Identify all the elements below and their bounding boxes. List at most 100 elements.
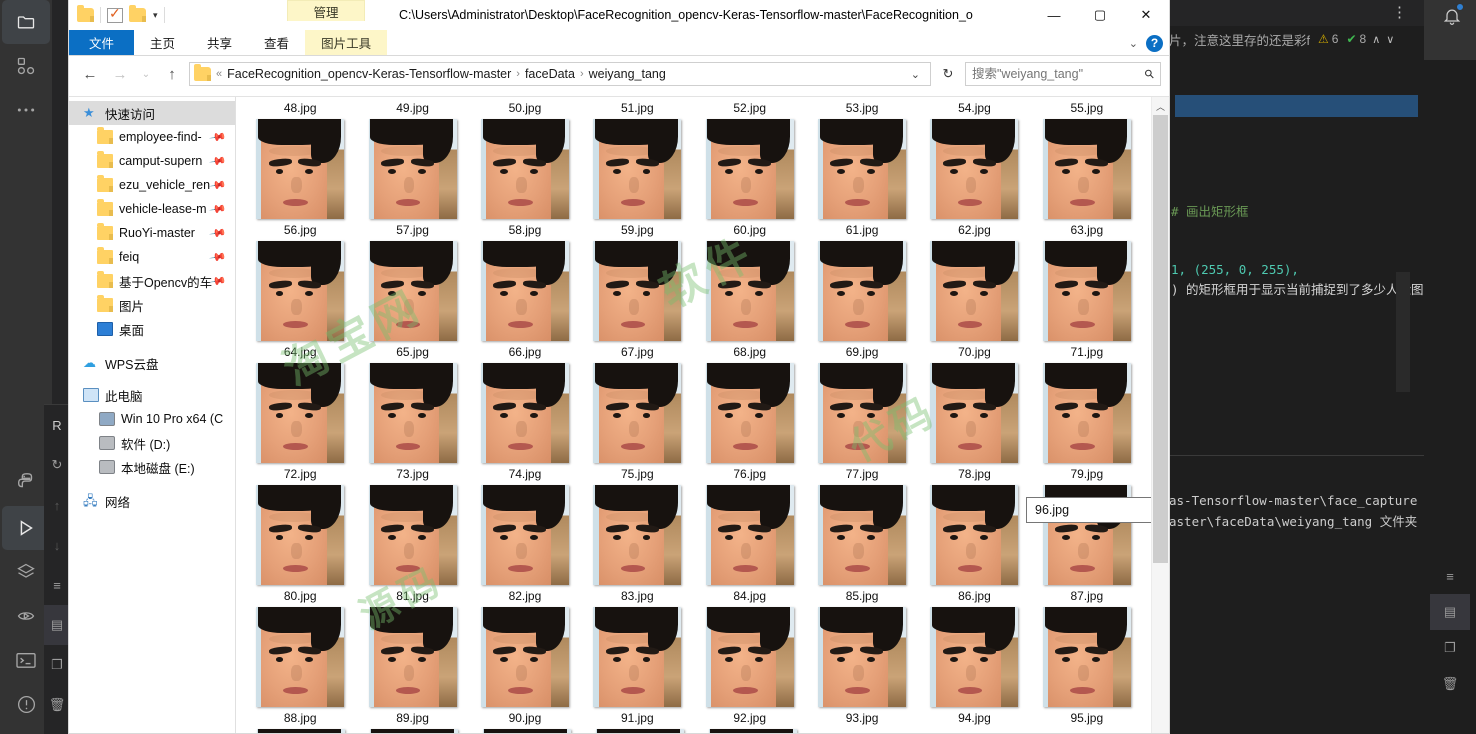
minimap[interactable] bbox=[1396, 272, 1410, 392]
file-item[interactable] bbox=[918, 119, 1030, 219]
file-item[interactable] bbox=[244, 485, 356, 585]
file-thumbnail[interactable] bbox=[483, 729, 571, 733]
file-item[interactable]: 63.jpg bbox=[1031, 219, 1143, 241]
pin-icon[interactable]: 📌 bbox=[209, 128, 228, 147]
file-thumbnail[interactable] bbox=[818, 363, 906, 463]
restart-icon[interactable]: ↻ bbox=[44, 445, 70, 485]
file-thumbnail[interactable] bbox=[818, 241, 906, 341]
file-item[interactable]: 54.jpg bbox=[918, 97, 1030, 119]
file-item[interactable]: 66.jpg bbox=[469, 341, 581, 363]
breadcrumb-item[interactable]: faceData bbox=[525, 67, 575, 81]
file-thumbnail[interactable] bbox=[706, 363, 794, 463]
sidebar-item-camput-supern[interactable]: camput-supern 📌 bbox=[69, 149, 235, 173]
file-thumbnail[interactable] bbox=[593, 363, 681, 463]
file-item[interactable]: 88.jpg bbox=[244, 707, 356, 729]
file-item[interactable]: 58.jpg bbox=[469, 219, 581, 241]
file-item[interactable] bbox=[918, 363, 1030, 463]
file-item[interactable] bbox=[581, 119, 693, 219]
file-item[interactable]: 79.jpg bbox=[1031, 463, 1143, 485]
file-item[interactable]: 90.jpg bbox=[469, 707, 581, 729]
file-item[interactable]: 68.jpg bbox=[694, 341, 806, 363]
sidebar-item-quick-access[interactable]: ★ 快速访问 bbox=[69, 101, 235, 125]
tab-file[interactable]: 文件 bbox=[69, 30, 134, 55]
file-thumbnail[interactable] bbox=[369, 119, 457, 219]
trash-icon[interactable]: 🗑 bbox=[44, 685, 70, 725]
sidebar-item-employee-find[interactable]: employee-find- 📌 bbox=[69, 125, 235, 149]
file-item[interactable]: 69.jpg bbox=[806, 341, 918, 363]
file-item[interactable]: 74.jpg bbox=[469, 463, 581, 485]
file-item[interactable]: 78.jpg bbox=[918, 463, 1030, 485]
file-item[interactable]: 82.jpg bbox=[469, 585, 581, 607]
file-item[interactable] bbox=[694, 363, 806, 463]
sidebar-item-drive-c[interactable]: Win 10 Pro x64 (C bbox=[69, 407, 235, 431]
file-item[interactable] bbox=[469, 485, 581, 585]
file-thumbnail[interactable] bbox=[930, 119, 1018, 219]
tab-share[interactable]: 共享 bbox=[191, 30, 248, 55]
problems-icon[interactable] bbox=[2, 682, 50, 726]
close-button[interactable]: ✕ bbox=[1123, 0, 1169, 30]
file-thumbnail[interactable] bbox=[1043, 363, 1131, 463]
sidebar-item-vehicle-lease-m[interactable]: vehicle-lease-m 📌 bbox=[69, 197, 235, 221]
file-thumbnail[interactable] bbox=[481, 119, 569, 219]
pin-icon[interactable]: 📌 bbox=[209, 152, 228, 171]
tab-view[interactable]: 查看 bbox=[248, 30, 305, 55]
minimize-button[interactable]: — bbox=[1031, 0, 1077, 30]
file-item[interactable] bbox=[244, 607, 356, 707]
file-item[interactable] bbox=[469, 363, 581, 463]
file-thumbnail[interactable] bbox=[481, 241, 569, 341]
file-item[interactable] bbox=[356, 363, 468, 463]
file-thumbnail[interactable] bbox=[593, 119, 681, 219]
file-item[interactable]: 80.jpg bbox=[244, 585, 356, 607]
selected-list-icon[interactable]: ▤ bbox=[44, 605, 70, 645]
collapse-ribbon-icon[interactable]: ⌄ bbox=[1129, 37, 1138, 50]
terminal-list-icon[interactable]: ≡ bbox=[1430, 558, 1470, 594]
sidebar-item-drive-e[interactable]: 本地磁盘 (E:) bbox=[69, 455, 235, 479]
file-item[interactable]: 84.jpg bbox=[694, 585, 806, 607]
next-problem-icon[interactable]: ∨ bbox=[1386, 33, 1394, 46]
file-item[interactable]: 72.jpg bbox=[244, 463, 356, 485]
file-item[interactable] bbox=[806, 119, 918, 219]
file-thumbnail[interactable] bbox=[818, 607, 906, 707]
prev-problem-icon[interactable]: ∧ bbox=[1372, 33, 1380, 46]
recent-locations-button[interactable]: ⌄ bbox=[137, 61, 155, 87]
file-item[interactable] bbox=[918, 485, 1030, 585]
back-button[interactable]: ← bbox=[77, 61, 103, 87]
pin-icon[interactable]: 📌 bbox=[209, 248, 228, 267]
file-thumbnail[interactable] bbox=[256, 607, 344, 707]
file-thumbnail[interactable] bbox=[1043, 607, 1131, 707]
file-item[interactable]: 62.jpg bbox=[918, 219, 1030, 241]
file-thumbnail[interactable] bbox=[256, 119, 344, 219]
file-thumbnail[interactable] bbox=[256, 241, 344, 341]
debug-icon[interactable] bbox=[2, 594, 50, 638]
file-item[interactable]: 93.jpg bbox=[806, 707, 918, 729]
layers-icon[interactable] bbox=[2, 550, 50, 594]
file-thumbnail[interactable] bbox=[930, 363, 1018, 463]
file-item[interactable]: 51.jpg bbox=[581, 97, 693, 119]
file-item[interactable] bbox=[694, 485, 806, 585]
copy-icon[interactable]: ❐ bbox=[44, 645, 70, 685]
file-item[interactable] bbox=[356, 241, 468, 341]
address-dropdown-icon[interactable]: ⌄ bbox=[911, 68, 926, 81]
forward-button[interactable]: → bbox=[107, 61, 133, 87]
terminal-copy-icon[interactable]: ❐ bbox=[1430, 630, 1470, 666]
file-item[interactable] bbox=[1031, 607, 1143, 707]
file-item[interactable] bbox=[806, 363, 918, 463]
file-item[interactable]: 71.jpg bbox=[1031, 341, 1143, 363]
file-item[interactable] bbox=[581, 241, 693, 341]
file-thumbnail[interactable] bbox=[593, 241, 681, 341]
pin-icon[interactable]: 📌 bbox=[209, 176, 228, 195]
file-thumbnail[interactable] bbox=[706, 241, 794, 341]
terminal-trash-icon[interactable]: 🗑 bbox=[1430, 666, 1470, 702]
sidebar-item-ezu-vehicle-ren[interactable]: ezu_vehicle_ren 📌 bbox=[69, 173, 235, 197]
file-item[interactable]: 76.jpg bbox=[694, 463, 806, 485]
file-item[interactable]: 87.jpg bbox=[1031, 585, 1143, 607]
file-thumbnail[interactable] bbox=[369, 607, 457, 707]
content-scrollbar[interactable]: ︿ bbox=[1151, 97, 1169, 733]
file-item[interactable] bbox=[694, 607, 806, 707]
maximize-button[interactable]: ▢ bbox=[1077, 0, 1123, 30]
file-thumbnail[interactable] bbox=[370, 729, 458, 733]
tab-picture-tools[interactable]: 图片工具 bbox=[305, 30, 387, 55]
file-item[interactable]: 61.jpg bbox=[806, 219, 918, 241]
file-thumbnail[interactable] bbox=[369, 363, 457, 463]
file-thumbnail[interactable] bbox=[256, 485, 344, 585]
